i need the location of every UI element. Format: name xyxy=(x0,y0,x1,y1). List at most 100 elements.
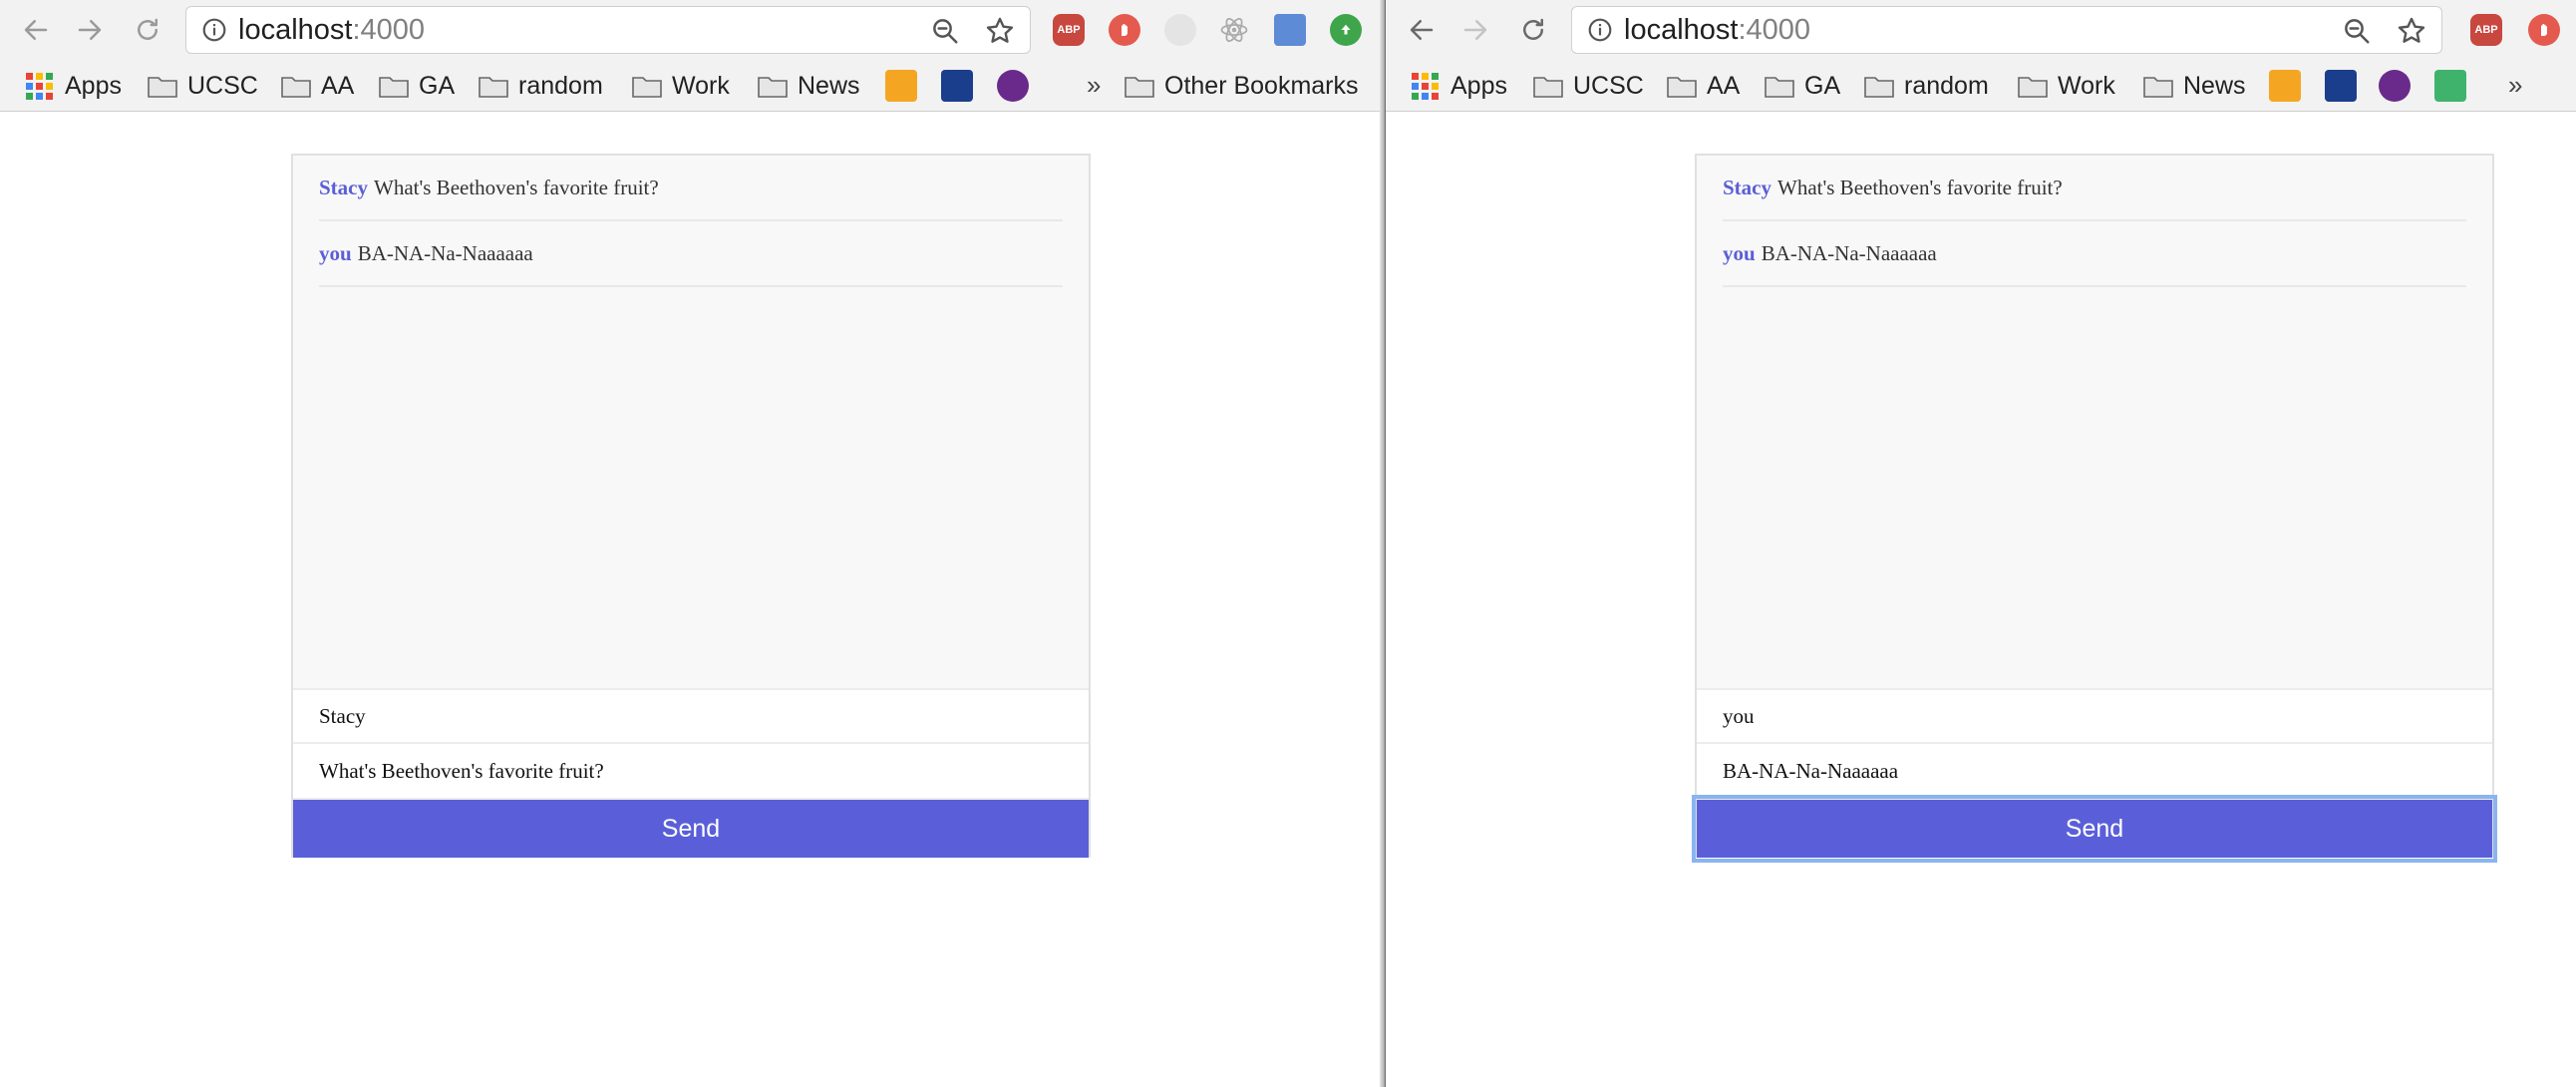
upload-icon[interactable] xyxy=(1330,14,1362,46)
folder-icon xyxy=(1765,77,1794,98)
message-text: BA-NA-Na-Naaaaaa xyxy=(1761,240,1937,265)
url-text: localhost:4000 xyxy=(238,13,426,46)
back-icon[interactable] xyxy=(18,12,54,48)
bookmark-label: Other Bookmarks xyxy=(1164,71,1359,100)
bookmark-label: UCSC xyxy=(1573,71,1644,100)
username-input[interactable]: you xyxy=(1697,688,2492,744)
info-icon[interactable] xyxy=(200,16,228,44)
folder-icon xyxy=(1125,77,1154,98)
bookmarks-overflow-chevron[interactable]: » xyxy=(1087,70,1101,101)
message-author: Stacy xyxy=(319,175,368,199)
bookmark-label: UCSC xyxy=(187,71,258,100)
message-author: you xyxy=(319,240,352,265)
bookmark-label: Apps xyxy=(1450,71,1507,100)
browser-window-right: localhost:4000 ABP Apps UCSC AA GA rando… xyxy=(1386,0,2576,1087)
username-input[interactable]: Stacy xyxy=(293,688,1089,744)
address-bar[interactable]: localhost:4000 xyxy=(185,6,1031,54)
chat-panel: Stacy What's Beethoven's favorite fruit?… xyxy=(1692,154,2497,863)
bookmark-apps[interactable]: Apps xyxy=(1412,68,1507,104)
hand-icon[interactable] xyxy=(1109,14,1140,46)
bookmarks-bar: Apps UCSC AA GA random Work News » Other… xyxy=(0,60,1384,112)
folder-icon xyxy=(1533,77,1563,98)
circle-favicon-icon[interactable] xyxy=(997,70,1029,102)
bookmark-label: Work xyxy=(2058,71,2115,100)
message-author: you xyxy=(1723,240,1756,265)
bookmark-label: random xyxy=(1904,71,1989,100)
folder-icon xyxy=(1864,77,1894,98)
forward-icon[interactable] xyxy=(1457,12,1493,48)
bookmark-folder-ucsc[interactable]: UCSC xyxy=(1533,68,1644,104)
chat-panel: Stacy What's Beethoven's favorite fruit?… xyxy=(291,154,1091,858)
bookmark-folder-news[interactable]: News xyxy=(2143,68,2246,104)
drop-favicon-icon[interactable] xyxy=(941,70,973,102)
bookmark-folder-aa[interactable]: AA xyxy=(1667,68,1740,104)
message-list: Stacy What's Beethoven's favorite fruit?… xyxy=(1697,156,2492,688)
folder-icon xyxy=(758,77,788,98)
bookmarks-bar: Apps UCSC AA GA random Work News » xyxy=(1386,60,2576,112)
bookmark-other-bookmarks[interactable]: Other Bookmarks xyxy=(1125,68,1359,104)
atom-icon[interactable] xyxy=(1218,14,1250,46)
bookmark-label: News xyxy=(2183,71,2246,100)
folder-icon xyxy=(2143,77,2173,98)
bookmark-folder-random[interactable]: random xyxy=(1864,68,1989,104)
trello-favicon-icon[interactable] xyxy=(2434,70,2466,102)
hand-icon[interactable] xyxy=(2528,14,2560,46)
sun-favicon-icon[interactable] xyxy=(2269,70,2301,102)
bookmark-label: GA xyxy=(419,71,456,100)
folder-icon xyxy=(379,77,409,98)
reload-icon[interactable] xyxy=(1515,12,1551,48)
ghost-icon[interactable] xyxy=(1164,14,1196,46)
bookmark-folder-ga[interactable]: GA xyxy=(379,68,455,104)
zoom-icon[interactable] xyxy=(930,16,960,46)
bookmark-folder-work[interactable]: Work xyxy=(632,68,730,104)
browser-toolbar: localhost:4000 ABP xyxy=(0,0,1384,60)
adblock-icon[interactable]: ABP xyxy=(1053,14,1085,46)
bookmark-folder-ucsc[interactable]: UCSC xyxy=(148,68,258,104)
message-author: Stacy xyxy=(1723,175,1771,199)
bookmark-label: GA xyxy=(1804,71,1841,100)
message-input[interactable]: BA-NA-Na-Naaaaaa xyxy=(1697,744,2492,800)
adblock-icon[interactable]: ABP xyxy=(2470,14,2502,46)
folder-icon xyxy=(2018,77,2048,98)
message-item: you BA-NA-Na-Naaaaaa xyxy=(1723,221,2466,287)
circle-favicon-icon[interactable] xyxy=(2379,70,2411,102)
reload-icon[interactable] xyxy=(130,12,165,48)
message-text: BA-NA-Na-Naaaaaa xyxy=(357,240,533,265)
star-icon[interactable] xyxy=(984,15,1016,47)
zoom-icon[interactable] xyxy=(2342,16,2372,46)
bookmark-folder-work[interactable]: Work xyxy=(2018,68,2115,104)
bookmarks-overflow-chevron[interactable]: » xyxy=(2508,70,2522,101)
bookmark-folder-random[interactable]: random xyxy=(479,68,603,104)
bookmark-label: News xyxy=(798,71,860,100)
sun-favicon-icon[interactable] xyxy=(885,70,917,102)
bookmark-folder-news[interactable]: News xyxy=(758,68,860,104)
bookmark-label: AA xyxy=(1707,71,1741,100)
bookmark-label: random xyxy=(518,71,603,100)
back-icon[interactable] xyxy=(1404,12,1440,48)
message-item: Stacy What's Beethoven's favorite fruit? xyxy=(1723,156,2466,221)
message-item: Stacy What's Beethoven's favorite fruit? xyxy=(319,156,1063,221)
folder-icon xyxy=(632,77,662,98)
star-icon[interactable] xyxy=(2396,15,2427,47)
bookmark-folder-ga[interactable]: GA xyxy=(1765,68,1840,104)
apps-icon xyxy=(1412,72,1439,100)
address-bar[interactable]: localhost:4000 xyxy=(1571,6,2442,54)
bookmark-label: AA xyxy=(321,71,355,100)
fest-icon[interactable] xyxy=(1274,14,1306,46)
browser-toolbar: localhost:4000 ABP xyxy=(1386,0,2576,60)
message-text: What's Beethoven's favorite fruit? xyxy=(374,175,659,199)
send-button[interactable]: Send xyxy=(1692,795,2497,863)
forward-icon[interactable] xyxy=(72,12,108,48)
bookmark-apps[interactable]: Apps xyxy=(26,68,122,104)
message-text: What's Beethoven's favorite fruit? xyxy=(1777,175,2063,199)
drop-favicon-icon[interactable] xyxy=(2325,70,2357,102)
message-input[interactable]: What's Beethoven's favorite fruit? xyxy=(293,744,1089,800)
message-list: Stacy What's Beethoven's favorite fruit?… xyxy=(293,156,1089,688)
folder-icon xyxy=(1667,77,1697,98)
bookmark-folder-aa[interactable]: AA xyxy=(281,68,354,104)
info-icon[interactable] xyxy=(1586,16,1614,44)
folder-icon xyxy=(148,77,177,98)
bookmark-label: Apps xyxy=(65,71,122,100)
folder-icon xyxy=(281,77,311,98)
send-button[interactable]: Send xyxy=(293,800,1089,858)
